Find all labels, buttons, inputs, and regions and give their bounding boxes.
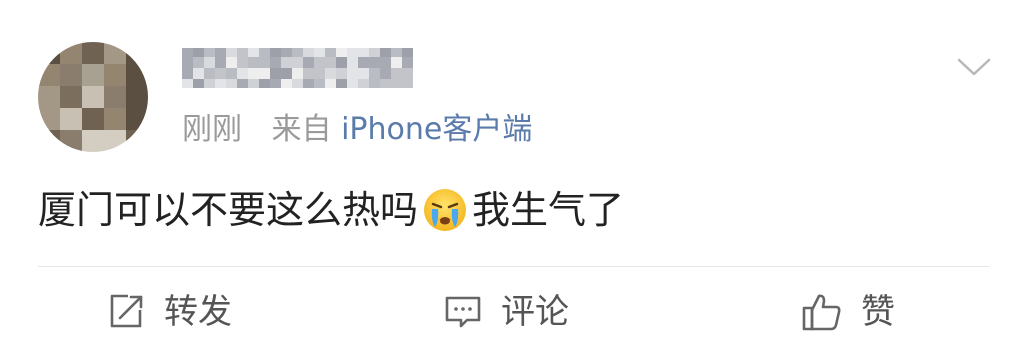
- username-blurred[interactable]: [182, 48, 414, 88]
- comment-label: 评论: [501, 292, 569, 332]
- repost-label: 转发: [164, 292, 232, 332]
- crying-face-icon: [424, 189, 467, 231]
- post-text-part2: 我生气了: [472, 188, 625, 232]
- post-text: 厦门可以不要这么热吗 我生气了: [38, 180, 624, 240]
- post-menu-button[interactable]: [955, 50, 993, 82]
- weibo-post-card: 刚刚 来自 iPhone客户端 厦门可以不要这么热吗 我生气了 转发 评论 赞: [0, 0, 1025, 355]
- comment-icon: [445, 296, 481, 328]
- like-button[interactable]: 赞: [801, 286, 895, 338]
- source-prefix: 来自: [271, 112, 332, 147]
- divider: [38, 266, 989, 267]
- source-link[interactable]: iPhone客户端: [341, 112, 532, 147]
- like-label: 赞: [861, 292, 895, 332]
- repost-icon: [110, 294, 143, 328]
- thumbs-up-icon: [802, 294, 841, 331]
- avatar[interactable]: [38, 42, 148, 152]
- post-meta: 刚刚 来自 iPhone客户端: [182, 108, 532, 152]
- post-text-part1: 厦门可以不要这么热吗: [38, 188, 419, 232]
- repost-button[interactable]: 转发: [106, 286, 232, 338]
- post-time: 刚刚: [182, 112, 242, 147]
- chevron-down-icon: [957, 58, 991, 76]
- comment-button[interactable]: 评论: [443, 286, 569, 338]
